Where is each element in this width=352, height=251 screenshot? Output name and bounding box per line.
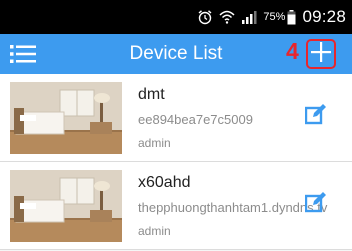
page-title: Device List — [129, 43, 223, 64]
edit-icon — [304, 191, 327, 218]
device-name: x60ahd — [138, 174, 191, 191]
battery-percent: 75% — [263, 11, 286, 23]
device-name: dmt — [138, 86, 165, 103]
cell-signal-icon — [241, 10, 257, 24]
add-device-button[interactable] — [306, 39, 336, 69]
wifi-icon — [219, 9, 235, 25]
status-bar: 75% 09:28 — [0, 0, 352, 34]
battery-icon — [287, 9, 296, 25]
edit-device-button[interactable] — [304, 191, 328, 218]
edit-icon — [304, 103, 327, 130]
device-row[interactable]: x60ahd thepphuongthanhtam1.dyndns.tv adm… — [0, 162, 352, 250]
alarm-clock-icon — [197, 9, 213, 25]
device-thumbnail — [10, 170, 122, 242]
plus-icon — [310, 41, 332, 68]
device-user: admin — [138, 224, 171, 238]
device-user: admin — [138, 136, 171, 150]
device-row[interactable]: dmt ee894bea7e7c5009 admin — [0, 74, 352, 162]
device-thumbnail — [10, 82, 122, 154]
step-annotation: 4 — [286, 38, 299, 64]
clock-time: 09:28 — [302, 7, 346, 26]
edit-device-button[interactable] — [304, 103, 328, 130]
hamburger-menu-icon[interactable] — [10, 42, 36, 66]
device-list: dmt ee894bea7e7c5009 admin x60ahd thepph… — [0, 74, 352, 250]
app-bar: Device List 4 — [0, 34, 352, 74]
